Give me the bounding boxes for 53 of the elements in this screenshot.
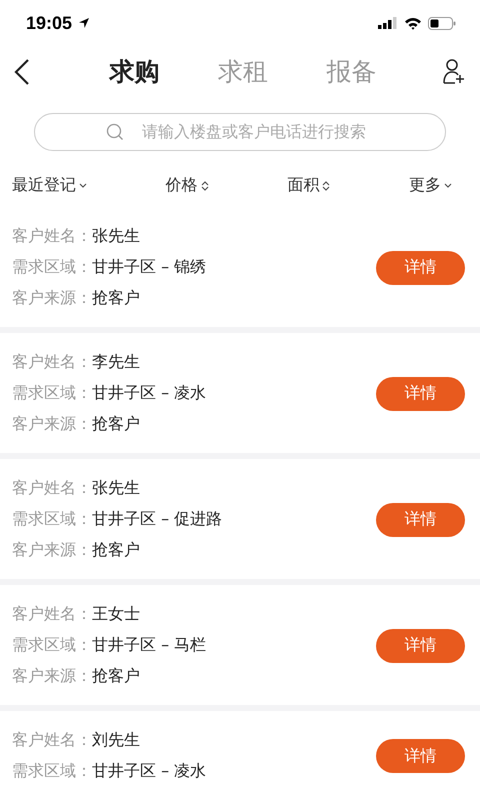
field-label: 客户来源： <box>12 288 92 309</box>
field-label: 客户姓名： <box>12 604 92 625</box>
field-value: 张先生 <box>92 226 140 247</box>
field-label: 需求区域： <box>12 509 92 530</box>
chevron-down-icon <box>79 182 87 189</box>
tab[interactable]: 报备 <box>326 55 377 88</box>
sort-icon <box>322 180 330 192</box>
field-value: 抢客户 <box>92 288 140 309</box>
field-label: 需求区域： <box>12 257 92 278</box>
field-value: 甘井子区 – 锦绣 <box>92 257 206 278</box>
status-time: 19:05 <box>26 12 72 34</box>
field-label: 需求区域： <box>12 383 92 404</box>
field-value: 刘先生 <box>92 730 140 751</box>
field-value: 甘井子区 – 马栏 <box>92 635 206 656</box>
field-value: 抢客户 <box>92 414 140 435</box>
wifi-icon <box>404 16 422 30</box>
filter-button[interactable]: 面积 <box>287 175 330 196</box>
field-label: 客户来源： <box>12 540 92 561</box>
field-label: 客户姓名： <box>12 226 92 247</box>
field-value: 甘井子区 – 凌水 <box>92 383 206 404</box>
tab[interactable]: 求购 <box>109 55 160 88</box>
details-button[interactable]: 详情 <box>376 376 465 410</box>
battery-icon <box>428 16 456 30</box>
field-label: 需求区域： <box>12 635 92 656</box>
field-label: 客户姓名： <box>12 478 92 499</box>
filter-button[interactable]: 价格 <box>166 175 209 196</box>
field-value: 抢客户 <box>92 666 140 687</box>
tab[interactable]: 求租 <box>218 55 268 88</box>
field-value: 甘井子区 – 凌水 <box>92 761 206 782</box>
field-value: 张先生 <box>92 478 140 499</box>
chevron-down-icon <box>444 182 452 189</box>
sort-icon <box>200 180 209 192</box>
field-label: 客户姓名： <box>12 730 92 751</box>
add-person-icon[interactable] <box>442 58 466 85</box>
field-label: 客户姓名： <box>12 352 92 373</box>
field-label: 客户来源： <box>12 666 92 687</box>
back-icon[interactable] <box>14 58 30 86</box>
field-value: 甘井子区 – 促进路 <box>92 509 222 530</box>
filter-button[interactable]: 更多 <box>408 175 452 196</box>
field-value: 王女士 <box>92 604 140 625</box>
field-label: 需求区域： <box>12 761 92 782</box>
filter-button[interactable]: 最近登记 <box>12 175 87 196</box>
details-button[interactable]: 详情 <box>376 502 465 536</box>
details-button[interactable]: 详情 <box>376 250 465 284</box>
signal-icon <box>378 17 398 30</box>
field-value: 李先生 <box>92 352 140 373</box>
field-value: 抢客户 <box>92 540 140 561</box>
details-button[interactable]: 详情 <box>376 739 465 773</box>
search-field[interactable]: 请输入楼盘或客户电话进行搜索 <box>34 112 446 151</box>
field-label: 客户来源： <box>12 414 92 435</box>
location-arrow-icon <box>78 17 90 30</box>
search-icon <box>106 122 124 141</box>
details-button[interactable]: 详情 <box>376 628 465 662</box>
